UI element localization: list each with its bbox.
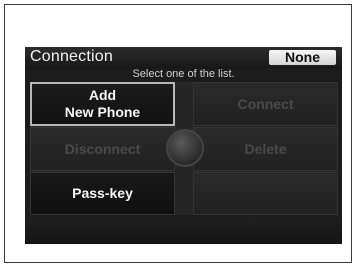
figure-frame: Connection None Select one of the list. … <box>4 4 352 263</box>
pass-key-button[interactable]: Pass-key <box>30 172 175 215</box>
delete-button[interactable]: Delete <box>193 127 338 171</box>
navigation-screen: Connection None Select one of the list. … <box>25 47 342 244</box>
screen-title: Connection <box>30 48 113 65</box>
instruction-text: Select one of the list. <box>132 68 235 80</box>
status-badge: None <box>269 50 336 65</box>
add-new-phone-button[interactable]: Add New Phone <box>30 82 175 126</box>
connect-button[interactable]: Connect <box>193 82 338 126</box>
menu-grid: Add New Phone Connect Disconnect Delete … <box>30 82 338 215</box>
disconnect-button[interactable]: Disconnect <box>30 127 175 171</box>
interface-dial-icon <box>166 129 204 167</box>
footer-bar <box>25 219 342 244</box>
empty-menu-slot <box>193 172 338 215</box>
header-bar: Connection None <box>25 47 342 69</box>
